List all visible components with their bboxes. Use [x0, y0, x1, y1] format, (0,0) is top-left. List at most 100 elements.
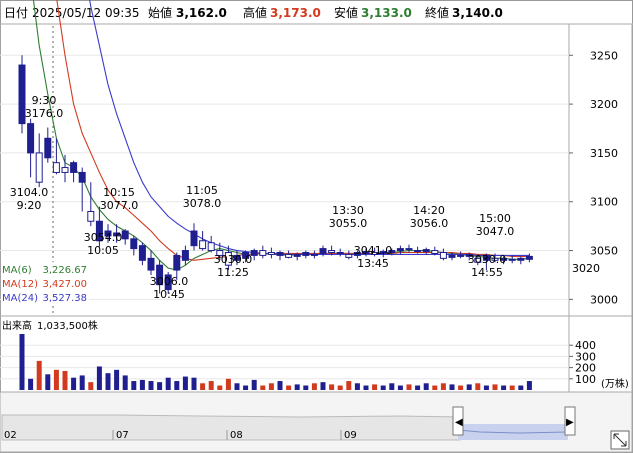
candle-body — [328, 250, 336, 253]
annotation-time: 14:20 — [413, 204, 445, 217]
volume-bar — [526, 381, 532, 390]
candle-body — [44, 137, 52, 159]
left-arrow-icon: ◀ — [455, 417, 463, 428]
price-annotation: 3041.013:45 — [354, 244, 393, 270]
volume-bar — [518, 385, 524, 390]
candle-body — [293, 253, 301, 257]
candle-body — [138, 245, 146, 261]
volume-bar — [225, 378, 231, 390]
annotation-time: 13:45 — [357, 257, 389, 270]
candle-body — [61, 167, 69, 173]
candle-body — [431, 250, 439, 254]
date-label: 日付 — [4, 6, 28, 20]
annotation-price: 3030.0 — [214, 253, 253, 266]
annotation-time: 13:30 — [332, 204, 364, 217]
right-arrow-icon: ▶ — [566, 417, 574, 428]
volume-bar — [329, 384, 335, 390]
volume-bar — [268, 383, 274, 390]
volume-bar — [415, 385, 421, 390]
volume-bar — [114, 369, 120, 390]
candle-body — [52, 162, 60, 173]
candle-body — [276, 251, 284, 256]
volume-bar — [88, 382, 94, 390]
volume-bar — [432, 385, 438, 390]
navigator[interactable]: ◀ ▶ 02 07 08 09 — [0, 391, 633, 453]
annotation-time: 11:05 — [186, 184, 218, 197]
nav-date-2: 08 — [230, 430, 243, 441]
volume-bar — [96, 366, 102, 390]
stock-chart: 日付 2025/05/12 09:35 始値 3,162.0 高値 3,173.… — [0, 0, 633, 453]
high-value: 3,173.0 — [270, 6, 321, 20]
nav-date-3: 09 — [344, 430, 357, 441]
volume-bar — [53, 369, 59, 390]
volume-bar — [311, 383, 317, 390]
price-tick-label: 3200 — [590, 98, 618, 111]
volume-bar — [251, 379, 257, 390]
volume-value: 1,033,500株 — [37, 319, 98, 332]
volume-bar — [363, 385, 369, 390]
ma12-label: MA(12) — [2, 279, 38, 290]
volume-bar — [337, 385, 343, 390]
candle-body — [259, 250, 267, 256]
price-tick-label: 3050 — [590, 245, 618, 258]
expand-icon[interactable] — [610, 430, 630, 450]
volume-bar — [380, 385, 386, 390]
volume-bar — [286, 385, 292, 390]
price-tick-label: 3100 — [590, 196, 618, 209]
volume-bar — [320, 382, 326, 390]
candle-body — [457, 254, 465, 257]
volume-tick-label: 100 — [575, 373, 596, 386]
annotation-price: 3077.0 — [100, 199, 139, 212]
volume-bar — [406, 384, 412, 390]
ma6-label: MA(6) — [2, 265, 32, 276]
candle-body — [336, 251, 344, 254]
candle-body — [319, 248, 327, 254]
volume-bar — [71, 377, 77, 390]
candle-body — [422, 249, 430, 253]
candle-body — [121, 230, 129, 240]
volume-bar — [122, 375, 128, 390]
candle-body — [396, 248, 404, 252]
ma6-value: 3,226.67 — [42, 265, 87, 276]
volume-bar — [423, 383, 429, 390]
volume-bar — [200, 383, 206, 390]
annotation-time: 9:30 — [32, 94, 57, 107]
candle-body — [448, 254, 456, 258]
volume-bar — [501, 385, 507, 390]
high-label: 高値 — [243, 5, 267, 20]
volume-bar — [191, 377, 197, 390]
candle-body — [207, 242, 215, 252]
candle-body — [285, 253, 293, 258]
volume-bar — [165, 377, 171, 390]
volume-bar — [148, 381, 154, 390]
date-value: 2025/05/12 09:35 — [32, 6, 140, 20]
current-price-label: 3020 — [572, 262, 600, 275]
candle-body — [439, 251, 447, 259]
annotation-price: 3047.0 — [476, 225, 515, 238]
price-annotation: 10:153077.0 — [100, 186, 139, 212]
candle-body — [147, 257, 155, 271]
low-label: 安値 — [334, 5, 358, 20]
price-annotation: 15:003047.0 — [476, 212, 515, 238]
volume-bar — [139, 379, 145, 390]
volume-bar — [19, 334, 25, 390]
volume-bar — [372, 384, 378, 390]
volume-bar — [354, 383, 360, 390]
close-label: 終値 — [425, 5, 449, 20]
volume-bar — [397, 385, 403, 390]
volume-bar — [475, 383, 481, 390]
price-tick-label: 3250 — [590, 49, 618, 62]
open-label: 始値 — [148, 5, 172, 20]
volume-bar — [234, 383, 240, 390]
price-annotation: 3054.010:05 — [84, 231, 123, 257]
candle-body — [517, 257, 525, 261]
annotation-time: 10:15 — [103, 186, 135, 199]
annotation-price: 3041.0 — [354, 244, 393, 257]
volume-bar — [157, 382, 163, 390]
volume-bar — [79, 375, 85, 390]
header-bar: 日付 2025/05/12 09:35 始値 3,162.0 高値 3,173.… — [4, 5, 503, 20]
annotation-price: 3030.0 — [468, 253, 507, 266]
ma12-value: 3,427.00 — [42, 279, 87, 290]
annotation-price: 3006.0 — [150, 275, 189, 288]
volume-bar — [36, 360, 42, 390]
